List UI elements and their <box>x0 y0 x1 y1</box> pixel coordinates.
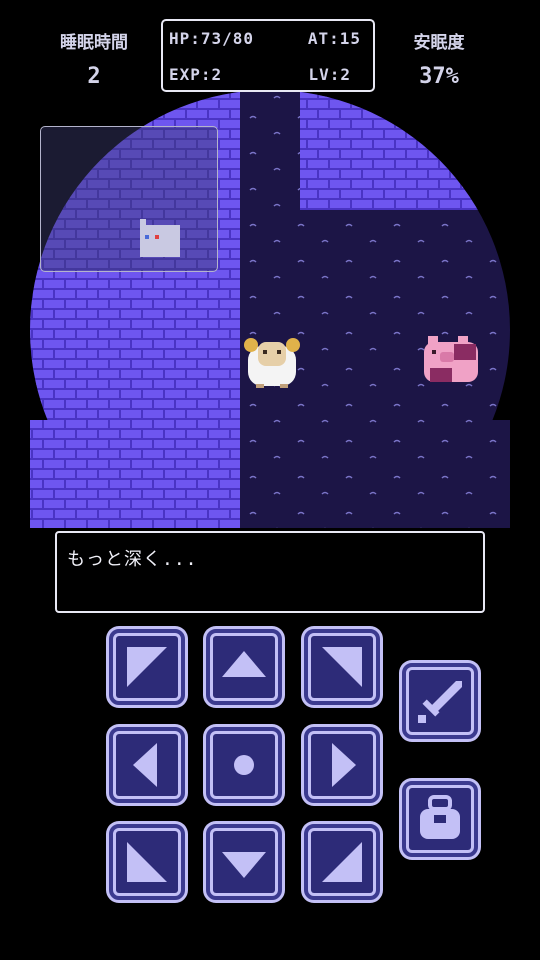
minimap[interactable] <box>40 126 218 272</box>
move-up-button[interactable] <box>206 629 282 705</box>
arrow-up-right-icon <box>311 636 373 698</box>
arrow-down-left-icon <box>116 831 178 893</box>
wait-button[interactable] <box>206 727 282 803</box>
move-right-button[interactable] <box>304 727 380 803</box>
move-up-right-button[interactable] <box>304 629 380 705</box>
exp-text: EXP:2 <box>169 65 223 84</box>
message-window: もっと深く... <box>55 531 485 613</box>
pig-enemy <box>424 336 478 382</box>
sword-icon <box>409 670 471 732</box>
bag-icon <box>409 788 471 850</box>
item-bag-button[interactable] <box>402 781 478 857</box>
arrow-down-icon <box>213 831 275 893</box>
sleep-time-label: 睡眠時間 <box>60 33 128 53</box>
dot-icon <box>213 734 275 796</box>
arrow-left-icon <box>116 734 178 796</box>
level-text: LV:2 <box>308 65 351 84</box>
status-panel: HP:73/80 AT:15 EXP:2 LV:2 <box>161 19 375 92</box>
attack-button[interactable] <box>402 663 478 739</box>
sheep-player <box>244 338 300 388</box>
arrow-up-left-icon <box>116 636 178 698</box>
move-down-left-button[interactable] <box>109 824 185 900</box>
arrow-right-icon <box>311 734 373 796</box>
attack-text: AT:15 <box>307 29 361 48</box>
move-up-left-button[interactable] <box>109 629 185 705</box>
comfort-label: 安眠度 <box>413 33 465 53</box>
sleep-time-value: 2 <box>87 64 101 89</box>
hp-text: HP:73/80 <box>169 29 255 48</box>
arrow-up-icon <box>213 636 275 698</box>
message-text: もっと深く... <box>67 549 198 570</box>
comfort-value: 37% <box>419 64 459 89</box>
minimap-rooms <box>140 219 180 257</box>
move-down-button[interactable] <box>206 824 282 900</box>
move-left-button[interactable] <box>109 727 185 803</box>
move-down-right-button[interactable] <box>304 824 380 900</box>
arrow-down-right-icon <box>311 831 373 893</box>
